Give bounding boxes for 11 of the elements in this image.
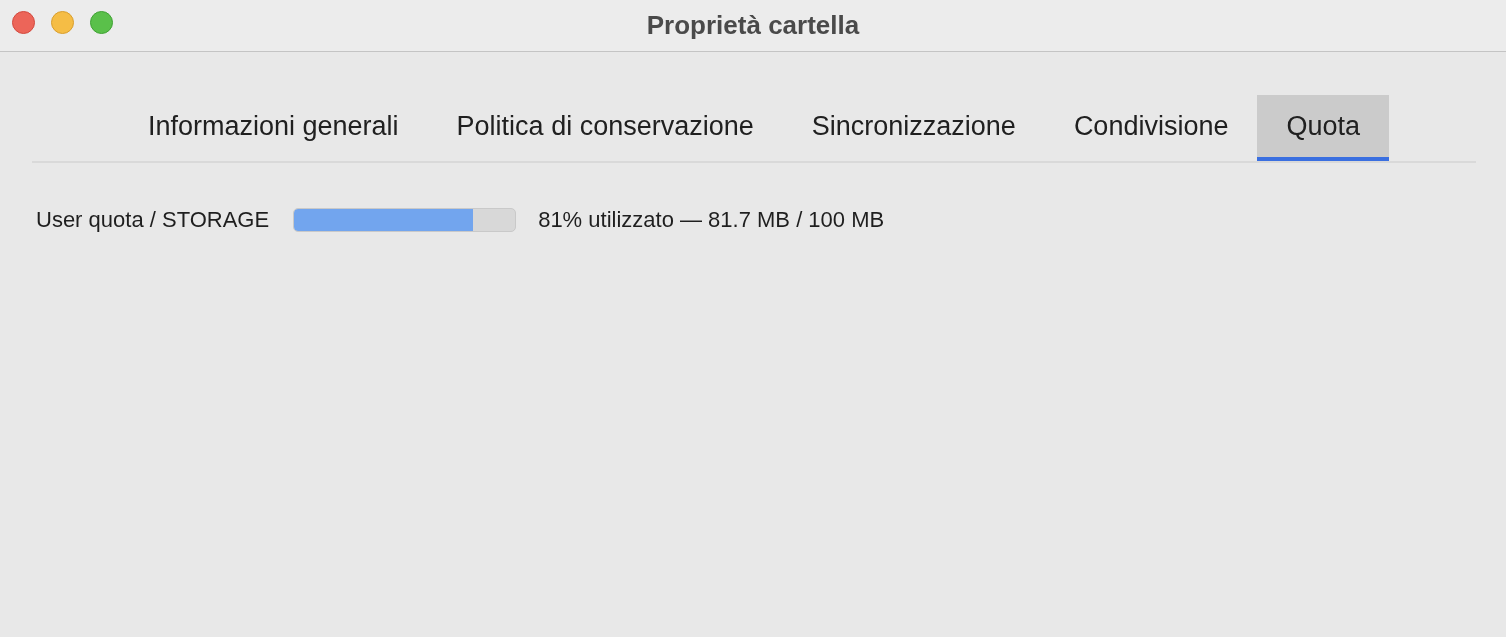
tab[interactable]: Sincronizzazione <box>782 95 1045 161</box>
tab[interactable]: Condivisione <box>1044 95 1258 161</box>
maximize-icon[interactable] <box>90 11 113 34</box>
tab[interactable]: Informazioni generali <box>118 95 428 161</box>
quota-reading: 81% utilizzato — 81.7 MB / 100 MB <box>538 207 885 233</box>
tab[interactable]: Politica di conservazione <box>427 95 783 161</box>
close-icon[interactable] <box>12 11 35 34</box>
minimize-icon[interactable] <box>51 11 74 34</box>
tab[interactable]: Quota <box>1257 95 1390 161</box>
quota-label: User quota / STORAGE <box>36 207 270 233</box>
window-title: Proprietà cartella <box>646 10 860 41</box>
